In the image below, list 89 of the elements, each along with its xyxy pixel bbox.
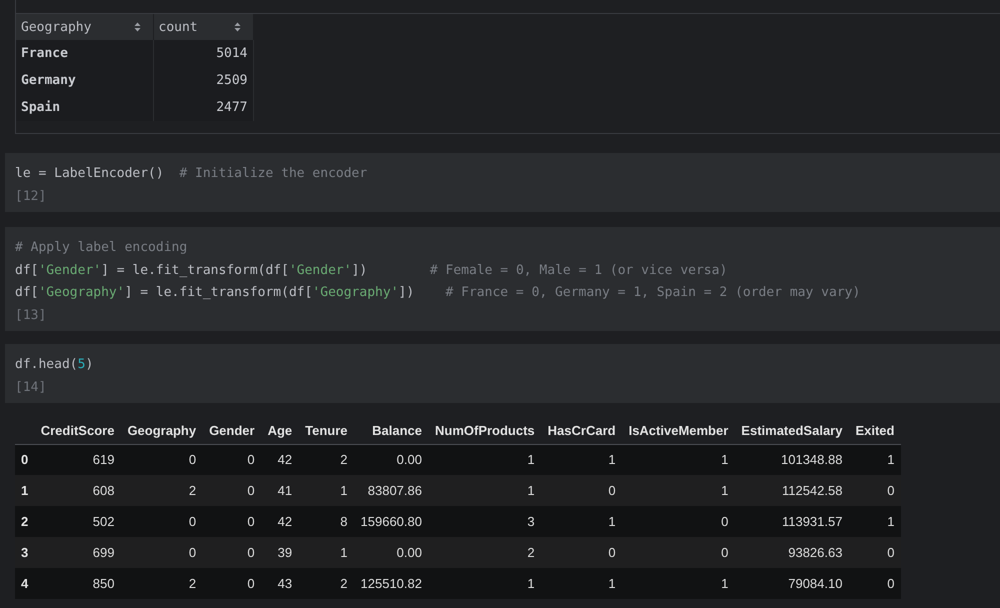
execution-count: [14] bbox=[15, 378, 46, 396]
code-line: le = LabelEncoder() # Initialize the encoder bbox=[15, 165, 368, 183]
table-cell: 0 bbox=[848, 475, 901, 506]
table-cell: 2 bbox=[120, 568, 203, 599]
table-cell: 112542.58 bbox=[734, 475, 849, 506]
table-cell: 0 bbox=[202, 506, 262, 537]
sort-icon bbox=[234, 22, 240, 32]
table-cell: 1 bbox=[541, 444, 622, 475]
column-header[interactable]: Geography bbox=[16, 14, 153, 40]
code-line: df['Gender'] = le.fit_transform(df['Gender']) # Female = 0, Male = 1 (or vice versa) bbox=[15, 262, 728, 280]
table-cell: 608 bbox=[34, 475, 121, 506]
table-cell: 0 bbox=[622, 506, 735, 537]
table-cell: 1 bbox=[622, 568, 735, 599]
table-cell: 0 bbox=[541, 537, 622, 568]
table-cell: 0 bbox=[848, 568, 901, 599]
execution-count: [12] bbox=[15, 188, 46, 206]
table-cell: 1 bbox=[428, 444, 542, 475]
column-header: EstimatedSalary bbox=[734, 417, 849, 444]
column-header: NumOfProducts bbox=[428, 417, 542, 444]
column-header: Gender bbox=[202, 417, 262, 444]
table-cell: 2 bbox=[298, 568, 354, 599]
table-cell: 2 bbox=[428, 537, 542, 568]
column-header: Age bbox=[261, 417, 299, 444]
execution-count: [13] bbox=[15, 306, 46, 324]
column-header: CreditScore bbox=[34, 417, 121, 444]
code-line: # Apply label encoding bbox=[15, 239, 188, 257]
table-cell: 1 bbox=[428, 568, 542, 599]
table-cell: 0.00 bbox=[354, 537, 428, 568]
table-cell: France bbox=[16, 40, 153, 67]
table-cell: 0.00 bbox=[354, 444, 428, 475]
table-cell: 125510.82 bbox=[354, 568, 428, 599]
table-cell: 1 bbox=[298, 475, 354, 506]
table-cell: 0 bbox=[120, 506, 203, 537]
table-cell: 619 bbox=[34, 444, 121, 475]
table-cell: 2509 bbox=[153, 67, 253, 94]
table-cell: 43 bbox=[261, 568, 299, 599]
table-cell: 1 bbox=[298, 537, 354, 568]
table-cell: 159660.80 bbox=[354, 506, 428, 537]
table-cell: 5014 bbox=[153, 40, 253, 67]
table-cell: 79084.10 bbox=[734, 568, 849, 599]
table-cell: 0 bbox=[848, 537, 901, 568]
table-cell: 0 bbox=[202, 444, 262, 475]
column-header: Tenure bbox=[298, 417, 354, 444]
table-cell: 83807.86 bbox=[354, 475, 428, 506]
table-cell: 850 bbox=[34, 568, 121, 599]
sort-icon bbox=[134, 22, 140, 32]
row-index: 3 bbox=[15, 537, 34, 568]
table-cell: 42 bbox=[261, 506, 299, 537]
column-header: IsActiveMember bbox=[622, 417, 735, 444]
table-cell: 699 bbox=[34, 537, 121, 568]
column-header: Exited bbox=[848, 417, 901, 444]
table-cell: 2 bbox=[120, 475, 203, 506]
column-header: Geography bbox=[120, 417, 203, 444]
table-cell: 2 bbox=[298, 444, 354, 475]
code-line: df.head(5) bbox=[15, 356, 94, 374]
table-cell: 502 bbox=[34, 506, 121, 537]
table-cell: 93826.63 bbox=[734, 537, 849, 568]
table-cell: 101348.88 bbox=[734, 444, 849, 475]
table-cell: 1 bbox=[428, 475, 542, 506]
table-cell: 1 bbox=[622, 444, 735, 475]
row-index: 2 bbox=[15, 506, 34, 537]
table-cell: 0 bbox=[120, 444, 203, 475]
table-cell: 1 bbox=[541, 506, 622, 537]
table-cell: 1 bbox=[848, 444, 901, 475]
table-cell: 113931.57 bbox=[734, 506, 849, 537]
table-cell: 1 bbox=[622, 475, 735, 506]
table-cell: 0 bbox=[120, 537, 203, 568]
table-cell: 0 bbox=[202, 475, 262, 506]
table-cell: 42 bbox=[261, 444, 299, 475]
table-cell: 1 bbox=[848, 506, 901, 537]
column-header: HasCrCard bbox=[541, 417, 622, 444]
table-cell: 0 bbox=[541, 475, 622, 506]
table-cell: 8 bbox=[298, 506, 354, 537]
table-cell: Germany bbox=[16, 67, 153, 94]
table-cell: 0 bbox=[202, 537, 262, 568]
column-header[interactable]: count bbox=[153, 14, 253, 40]
table-cell: 39 bbox=[261, 537, 299, 568]
column-header: Balance bbox=[354, 417, 428, 444]
table-cell: Spain bbox=[16, 94, 153, 121]
table-cell: 41 bbox=[261, 475, 299, 506]
row-index: 4 bbox=[15, 568, 34, 599]
table-cell: 2477 bbox=[153, 94, 253, 121]
table-cell: 0 bbox=[202, 568, 262, 599]
row-index: 0 bbox=[15, 444, 34, 475]
table-cell: 3 bbox=[428, 506, 542, 537]
code-line: df['Geography'] = le.fit_transform(df['Geography']) # France = 0, Germany = 1, Spain = 2 (order may vary) bbox=[15, 284, 860, 302]
table-cell: 1 bbox=[541, 568, 622, 599]
table-cell: 0 bbox=[622, 537, 735, 568]
row-index: 1 bbox=[15, 475, 34, 506]
